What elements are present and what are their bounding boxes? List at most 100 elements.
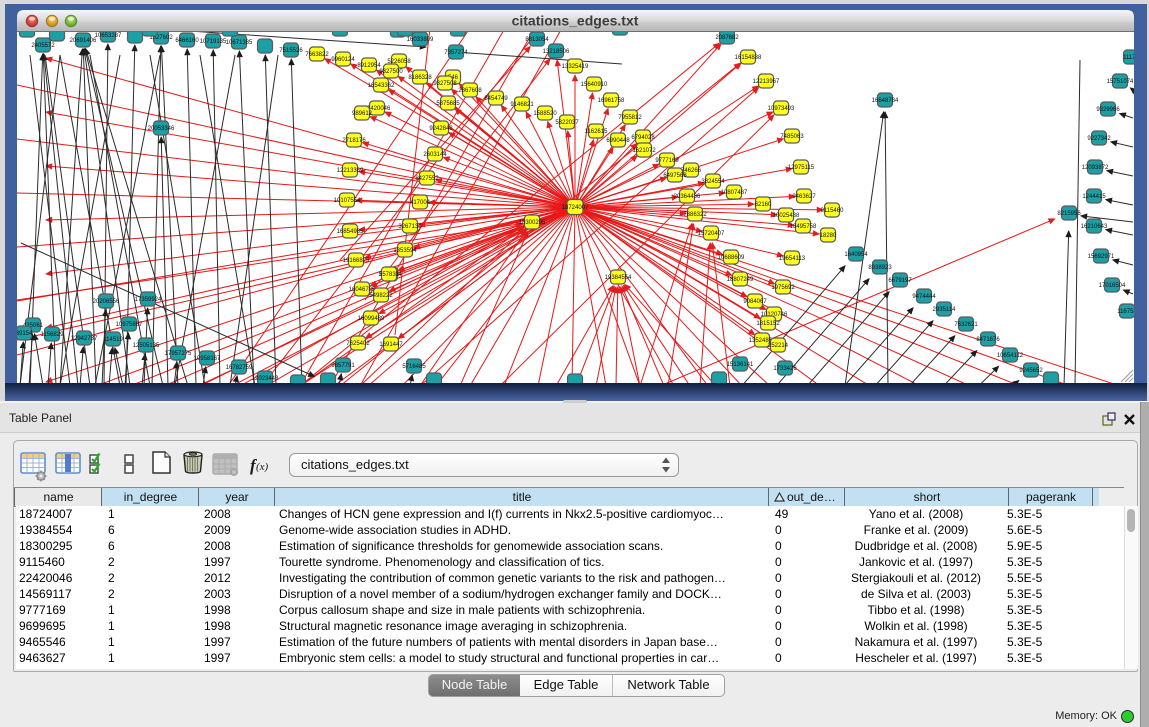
svg-text:9242848: 9242848 xyxy=(429,126,453,132)
svg-text:20364436: 20364436 xyxy=(674,194,701,200)
svg-text:18495758: 18495758 xyxy=(790,224,817,230)
svg-text:16154838: 16154838 xyxy=(735,55,762,61)
svg-text:7955812: 7955812 xyxy=(618,115,642,121)
svg-text:2405572: 2405572 xyxy=(31,43,55,49)
svg-text:1815152: 1815152 xyxy=(756,321,780,327)
svg-text:10107554: 10107554 xyxy=(334,198,361,204)
svg-text:1691447: 1691447 xyxy=(379,342,403,348)
svg-text:1156829: 1156829 xyxy=(41,332,65,338)
svg-text:9857791: 9857791 xyxy=(331,363,355,369)
svg-text:9084067: 9084067 xyxy=(743,299,767,305)
svg-text:5498222: 5498222 xyxy=(369,293,393,299)
svg-text:12023448: 12023448 xyxy=(252,376,279,382)
svg-text:7485063: 7485063 xyxy=(780,134,804,140)
svg-text:18300295: 18300295 xyxy=(519,220,546,226)
svg-text:8215956: 8215956 xyxy=(1057,211,1081,217)
svg-text:9960124: 9960124 xyxy=(331,57,355,63)
svg-text:16648784: 16648784 xyxy=(872,98,899,104)
svg-text:13218506: 13218506 xyxy=(543,49,570,55)
svg-text:8912954: 8912954 xyxy=(357,63,381,69)
svg-text:19384554: 19384554 xyxy=(605,275,632,281)
svg-text:7886322: 7886322 xyxy=(683,212,707,218)
svg-text:1975692: 1975692 xyxy=(771,285,795,291)
svg-text:10654112: 10654112 xyxy=(997,353,1024,359)
svg-text:9327508: 9327508 xyxy=(433,81,457,87)
svg-text:10958167: 10958167 xyxy=(194,356,221,362)
svg-text:6990448: 6990448 xyxy=(606,138,630,144)
svg-text:10719135: 10719135 xyxy=(200,39,227,45)
svg-text:7357274: 7357274 xyxy=(444,50,468,56)
svg-text:18807249: 18807249 xyxy=(727,277,754,283)
svg-text:20691406: 20691406 xyxy=(70,38,97,44)
svg-text:6466160: 6466160 xyxy=(175,38,199,44)
svg-text:(x): (x) xyxy=(256,461,269,473)
svg-text:7625402: 7625402 xyxy=(346,341,370,347)
svg-text:8471676: 8471676 xyxy=(976,337,1000,343)
svg-text:2935114: 2935114 xyxy=(933,307,957,313)
svg-text:9327500: 9327500 xyxy=(379,69,403,75)
svg-text:15136141: 15136141 xyxy=(727,362,754,368)
svg-text:8427552: 8427552 xyxy=(415,176,439,182)
svg-text:114519: 114519 xyxy=(103,337,123,343)
svg-text:1162615: 1162615 xyxy=(585,129,609,135)
svg-text:16210643: 16210643 xyxy=(1081,224,1108,230)
svg-text:7515526: 7515526 xyxy=(279,48,303,54)
svg-text:16961758: 16961758 xyxy=(598,98,625,104)
svg-text:9146821: 9146821 xyxy=(510,102,534,108)
svg-text:6794028: 6794028 xyxy=(631,135,655,141)
svg-text:1621072: 1621072 xyxy=(632,148,656,154)
svg-text:1588520: 1588520 xyxy=(533,111,557,117)
svg-text:18724007: 18724007 xyxy=(562,205,589,211)
svg-text:8938923: 8938923 xyxy=(868,265,892,271)
svg-text:5716485: 5716485 xyxy=(402,364,426,370)
svg-text:20206556: 20206556 xyxy=(93,299,120,305)
svg-text:12942737: 12942737 xyxy=(71,336,98,342)
svg-text:19654113: 19654113 xyxy=(779,256,806,262)
svg-text:9329966: 9329966 xyxy=(1096,107,1120,113)
svg-text:1353594: 1353594 xyxy=(393,248,417,254)
svg-text:10653287: 10653287 xyxy=(95,33,122,39)
svg-text:12093872: 12093872 xyxy=(1082,165,1109,171)
svg-text:6679197: 6679197 xyxy=(888,278,912,284)
svg-text:62160: 62160 xyxy=(755,202,772,208)
svg-text:39154: 39154 xyxy=(16,331,33,337)
svg-text:20053346: 20053346 xyxy=(148,126,175,132)
svg-text:10025438: 10025438 xyxy=(773,213,800,219)
svg-text:417004: 417004 xyxy=(410,200,431,206)
svg-text:12213967: 12213967 xyxy=(753,79,780,85)
svg-text:8454749: 8454749 xyxy=(484,96,508,102)
svg-text:2087682: 2087682 xyxy=(715,35,739,41)
svg-text:7663822: 7663822 xyxy=(305,52,329,58)
svg-text:15720407: 15720407 xyxy=(698,231,725,237)
svg-text:16854985: 16854985 xyxy=(337,229,364,235)
svg-text:9227342: 9227342 xyxy=(1087,136,1111,142)
svg-text:1244415: 1244415 xyxy=(1082,194,1106,200)
svg-text:10807487: 10807487 xyxy=(721,190,748,196)
svg-text:15692971: 15692971 xyxy=(1088,254,1115,260)
svg-text:12213369: 12213369 xyxy=(337,168,364,174)
svg-text:9115460: 9115460 xyxy=(821,208,845,214)
svg-text:16033809: 16033809 xyxy=(407,37,434,43)
svg-text:5322037: 5322037 xyxy=(555,120,579,126)
svg-text:15751074: 15751074 xyxy=(1107,79,1134,85)
svg-text:17957275: 17957275 xyxy=(165,351,192,357)
svg-text:252214: 252214 xyxy=(768,343,789,349)
svg-text:2718176: 2718176 xyxy=(342,138,366,144)
svg-text:12975115: 12975115 xyxy=(788,165,815,171)
svg-text:10671385: 10671385 xyxy=(226,40,253,46)
svg-text:9463627: 9463627 xyxy=(792,194,816,200)
svg-text:10688609: 10688609 xyxy=(718,255,745,261)
svg-text:9474444: 9474444 xyxy=(912,294,936,300)
svg-text:9245652: 9245652 xyxy=(1019,368,1043,374)
svg-text:1640954: 1640954 xyxy=(844,252,868,258)
svg-text:17359924: 17359924 xyxy=(135,297,162,303)
svg-text:2867608: 2867608 xyxy=(458,88,482,94)
svg-text:2603144: 2603144 xyxy=(423,152,447,158)
svg-text:9777169: 9777169 xyxy=(655,158,679,164)
svg-text:8813054: 8813054 xyxy=(525,37,549,43)
svg-text:6497568: 6497568 xyxy=(663,173,687,179)
svg-text:16099489: 16099489 xyxy=(358,316,385,322)
svg-text:1733426: 1733426 xyxy=(773,366,797,372)
svg-text:12505135: 12505135 xyxy=(133,343,160,349)
svg-text:15640910: 15640910 xyxy=(581,82,608,88)
